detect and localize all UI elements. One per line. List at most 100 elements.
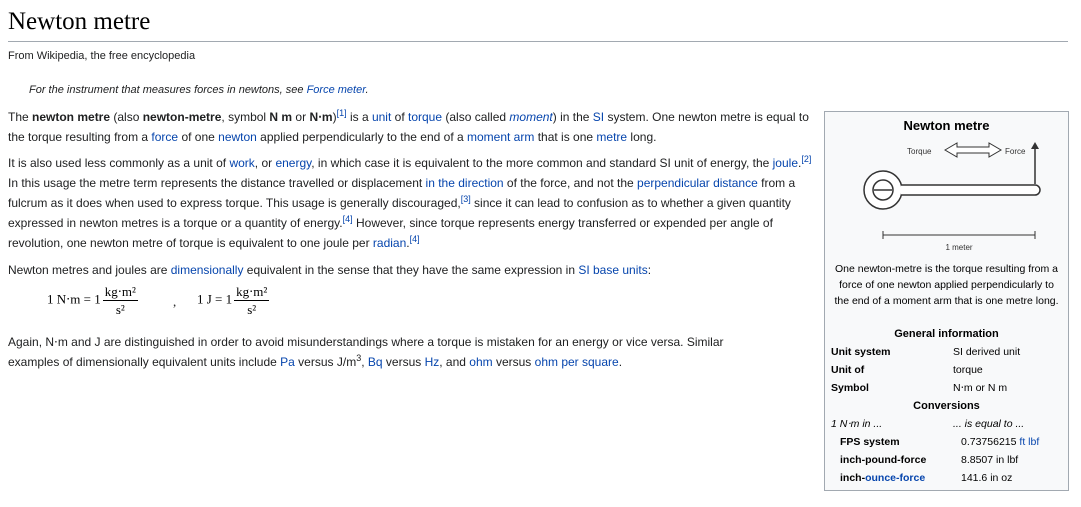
hatnote-text: For the instrument that measures forces … (29, 84, 307, 96)
energy-link[interactable]: energy (275, 156, 311, 170)
conversion-left-header: 1 N⋅m in ... (831, 418, 883, 430)
length-label: 1 meter (945, 243, 972, 252)
force-link[interactable]: force (151, 130, 178, 144)
fraction-denominator: s² (247, 302, 257, 317)
text: (also (110, 110, 143, 124)
si-base-units-link[interactable]: SI base units (578, 263, 647, 277)
joule-link[interactable]: joule (773, 156, 798, 170)
text: long. (627, 130, 657, 144)
text: or (292, 110, 310, 124)
moment-arm-link[interactable]: moment arm (467, 130, 534, 144)
text: versus J/m (294, 355, 357, 369)
infobox: Newton metre Torque Force 1 meter One ne… (824, 111, 1069, 491)
bold-term: newton metre (32, 110, 111, 124)
pascal-link[interactable]: Pa (280, 355, 295, 369)
hertz-link[interactable]: Hz (425, 355, 440, 369)
torque-arrow-icon (944, 142, 1002, 158)
text: versus (382, 355, 425, 369)
torque-diagram[interactable]: Torque Force 1 meter (863, 140, 1053, 258)
text: , (361, 355, 368, 369)
citation-link[interactable]: [4] (410, 234, 420, 244)
text: of one (178, 130, 219, 144)
text: (also called (442, 110, 510, 124)
text: . (618, 355, 623, 369)
ounce-force-link[interactable]: ounce-force (865, 472, 925, 484)
moment-link[interactable]: moment (509, 110, 552, 124)
direction-link[interactable]: in the direction (426, 176, 504, 190)
equation-fraction: kg⋅m² s² (102, 283, 138, 318)
bold-term: newton-metre (142, 110, 222, 124)
unit-system-link[interactable]: Unit system (831, 346, 891, 358)
equation-fraction: kg⋅m² s² (234, 283, 270, 318)
si-derived-unit-link[interactable]: SI derived unit (953, 346, 1020, 358)
becquerel-link[interactable]: Bq (368, 355, 383, 369)
citation-link[interactable]: [1] (337, 108, 347, 118)
ohm-per-square-link[interactable]: ohm per square (535, 355, 619, 369)
equation-lhs: 1 N⋅m = 1 (47, 291, 101, 307)
radian-link[interactable]: radian (373, 236, 406, 250)
metre-link[interactable]: metre (596, 130, 627, 144)
conversion-number: 0.73756215 (961, 436, 1017, 448)
page-title: Newton metre (8, 8, 151, 35)
text: of the force, and not the (503, 176, 638, 190)
citation-link[interactable]: [4] (343, 214, 353, 224)
inch-pound-force-label: inch-pound-force (840, 454, 927, 466)
unit-of-label: Unit of (831, 364, 865, 376)
symbol-value: N⋅m or N m (953, 382, 1008, 394)
conversion-number: 8.8507 (961, 454, 994, 466)
conversion-unit: in oz (990, 472, 1013, 484)
torque-value-link[interactable]: torque (953, 364, 983, 376)
dimension-paragraph: Newton metres and joules are dimensional… (8, 260, 813, 280)
conversion-right-header: ... is equal to ... (953, 418, 1025, 430)
equation-separator: , (173, 294, 177, 309)
text: , in which case it is equivalent to the … (311, 156, 773, 170)
ohm-link[interactable]: ohm (469, 355, 492, 369)
force-arrow-icon (1031, 142, 1039, 184)
fraction-denominator: s² (115, 302, 125, 317)
wrench-icon (863, 170, 1041, 210)
text: : (647, 263, 652, 277)
ft-lbf-link[interactable]: ft lbf (1019, 436, 1039, 448)
inch-prefix: inch- (840, 472, 866, 484)
bold-term: N m (269, 110, 293, 124)
conversion-unit: in lbf (996, 454, 1019, 466)
inch-ounce-force-label: inch-ounce-force (840, 472, 925, 484)
force-meter-link[interactable]: Force meter (307, 84, 366, 96)
unit-link[interactable]: unit (372, 110, 391, 124)
perpendicular-distance-link[interactable]: perpendicular distance (637, 176, 758, 190)
hatnote-period: . (365, 84, 369, 96)
text: of (391, 110, 408, 124)
equation-lhs: 1 J = 1 (197, 291, 233, 307)
newton-link[interactable]: newton (218, 130, 257, 144)
fps-system-link[interactable]: FPS system (840, 436, 900, 448)
citation-link[interactable]: [3] (461, 194, 471, 204)
torque-link[interactable]: torque (408, 110, 442, 124)
force-label: Force (1005, 147, 1026, 156)
intro-paragraph: The newton metre (also newton-metre, sym… (8, 107, 813, 147)
infobox-title: Newton metre (903, 118, 990, 133)
fraction-numerator: kg⋅m² (234, 284, 270, 301)
title-divider (8, 41, 1068, 42)
text: , symbol (221, 110, 270, 124)
conversion-value: 0.73756215 ft lbf (961, 436, 1039, 448)
work-link[interactable]: work (229, 156, 254, 170)
conversions-header: Conversions (913, 400, 980, 412)
dimensionally-link[interactable]: dimensionally (171, 263, 244, 277)
text: In this usage the metre term represents … (8, 176, 426, 190)
si-link[interactable]: SI (593, 110, 604, 124)
conversion-value: 8.8507 in lbf (961, 454, 1018, 466)
conversion-number: 141.6 (961, 472, 988, 484)
text: equivalent in the sense that they have t… (243, 263, 579, 277)
text: , and (439, 355, 470, 369)
symbol-label: Symbol (831, 382, 869, 394)
infobox-caption: One newton-metre is the torque resulting… (834, 263, 1059, 307)
text: versus (492, 355, 535, 369)
citation-link[interactable]: [2] (801, 154, 811, 164)
bold-term: N⋅m (309, 110, 333, 124)
energy-paragraph: It is also used less commonly as a unit … (8, 153, 813, 253)
examples-paragraph: Again, N⋅m and J are distinguished in or… (8, 332, 768, 372)
length-bracket-icon (882, 231, 1036, 239)
text: ) in the (552, 110, 593, 124)
equation-joule: 1 J = 1 kg⋅m² s² (197, 283, 270, 318)
text: Newton metres and joules are (8, 263, 171, 277)
